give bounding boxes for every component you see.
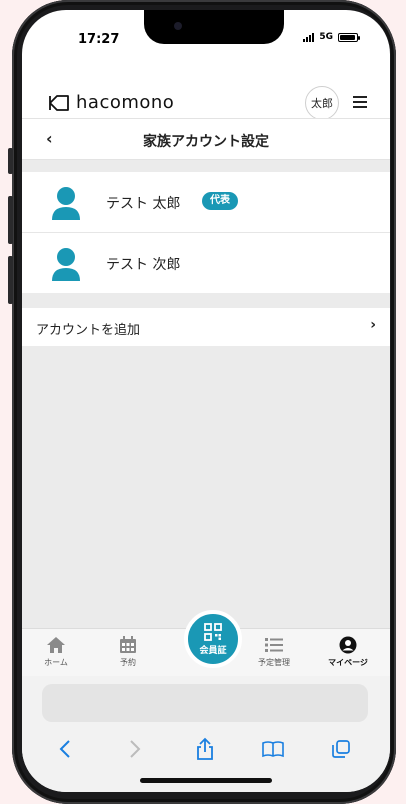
membership-card-label: 会員証 (199, 645, 227, 656)
share-button[interactable] (190, 734, 220, 764)
hamburger-menu-icon[interactable] (353, 96, 367, 108)
volume-down-button (8, 256, 13, 304)
browser-tools (22, 734, 390, 764)
home-indicator (140, 778, 272, 783)
tab-reservation[interactable]: 予約 (98, 635, 158, 668)
add-account-label: アカウントを追加 (36, 323, 141, 338)
calendar-icon (120, 636, 136, 653)
title-bar: ‹ 家族アカウント設定 (22, 118, 390, 160)
account-row[interactable]: テスト 次郎 (22, 233, 390, 293)
qr-code-icon (204, 622, 222, 641)
account-name: テスト 次郎 (106, 257, 181, 273)
content-area: テスト 太郎 代表 テスト 次郎 アカウントを追加 › (22, 160, 390, 628)
volume-up-button (8, 196, 13, 244)
battery-icon (338, 32, 360, 42)
representative-badge: 代表 (202, 192, 238, 210)
tab-label: 予定管理 (258, 658, 290, 667)
person-icon (52, 248, 80, 281)
avatar-button[interactable]: 太郎 (305, 86, 339, 120)
add-account-row[interactable]: アカウントを追加 › (22, 308, 390, 346)
back-button[interactable] (50, 734, 80, 764)
tab-label: ホーム (44, 658, 68, 667)
tab-label: 予約 (120, 658, 136, 667)
chevron-right-icon: › (370, 317, 376, 333)
status-indicators: 5G (303, 32, 360, 42)
mute-switch (8, 148, 13, 174)
list-icon (265, 638, 283, 652)
person-icon (52, 187, 80, 220)
status-time: 17:27 (78, 32, 120, 47)
chevron-left-icon (59, 740, 70, 758)
membership-card-button[interactable]: 会員証 (184, 610, 242, 668)
url-bar[interactable] (42, 684, 368, 722)
hacomono-logo-icon (49, 94, 69, 111)
account-list: テスト 太郎 代表 テスト 次郎 (22, 172, 390, 293)
home-icon (47, 637, 65, 653)
front-camera (174, 22, 182, 30)
account-name: テスト 太郎 (106, 196, 181, 212)
tab-mypage[interactable]: マイページ (318, 635, 378, 668)
logo[interactable]: hacomono (48, 92, 174, 113)
bookmarks-button[interactable] (258, 734, 288, 764)
tab-home[interactable]: ホーム (26, 635, 86, 668)
tabs-icon (332, 740, 350, 758)
user-circle-icon (339, 636, 357, 654)
tab-label: マイページ (328, 658, 368, 667)
chevron-right-icon (130, 740, 141, 758)
share-icon (197, 737, 213, 760)
account-row[interactable]: テスト 太郎 代表 (22, 172, 390, 233)
logo-text: hacomono (76, 92, 175, 113)
page-title: 家族アカウント設定 (143, 134, 269, 150)
signal-icon (303, 32, 315, 42)
forward-button[interactable] (120, 734, 150, 764)
browser-toolbar (22, 676, 390, 792)
tabs-button[interactable] (326, 734, 356, 764)
network-type: 5G (319, 32, 333, 42)
notch (144, 10, 284, 44)
tab-schedule[interactable]: 予定管理 (244, 635, 304, 668)
phone-screen: 17:27 5G hacomono 太郎 ‹ 家族アカウント設定 テスト 太郎 … (22, 10, 390, 792)
book-icon (262, 741, 284, 758)
